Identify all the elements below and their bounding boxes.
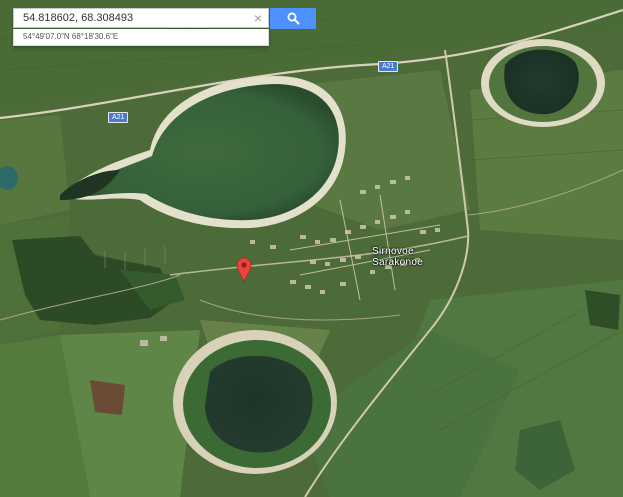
town-label-line: Sirnovoe: [372, 246, 414, 257]
clear-search-button[interactable]: ×: [254, 10, 262, 26]
town-label-line: Sarakonoe: [372, 257, 424, 268]
satellite-map[interactable]: [0, 0, 623, 497]
search-button[interactable]: [270, 8, 316, 29]
search-suggestion[interactable]: 54°49'07.0"N 68°18'30.6"E: [13, 29, 269, 46]
search-input[interactable]: 54.818602, 68.308493: [23, 12, 133, 24]
search-icon: [287, 12, 300, 25]
road-shield-a21: A21: [108, 112, 129, 123]
map-pin-icon[interactable]: [236, 257, 252, 284]
suggestion-coordinates: 54°49'07.0"N 68°18'30.6"E: [23, 32, 119, 41]
town-label: Sirnovoe Sarakonoe: [372, 246, 423, 268]
search-box[interactable]: 54.818602, 68.308493 ×: [13, 8, 269, 28]
road-shield-a21: A21: [378, 61, 399, 72]
